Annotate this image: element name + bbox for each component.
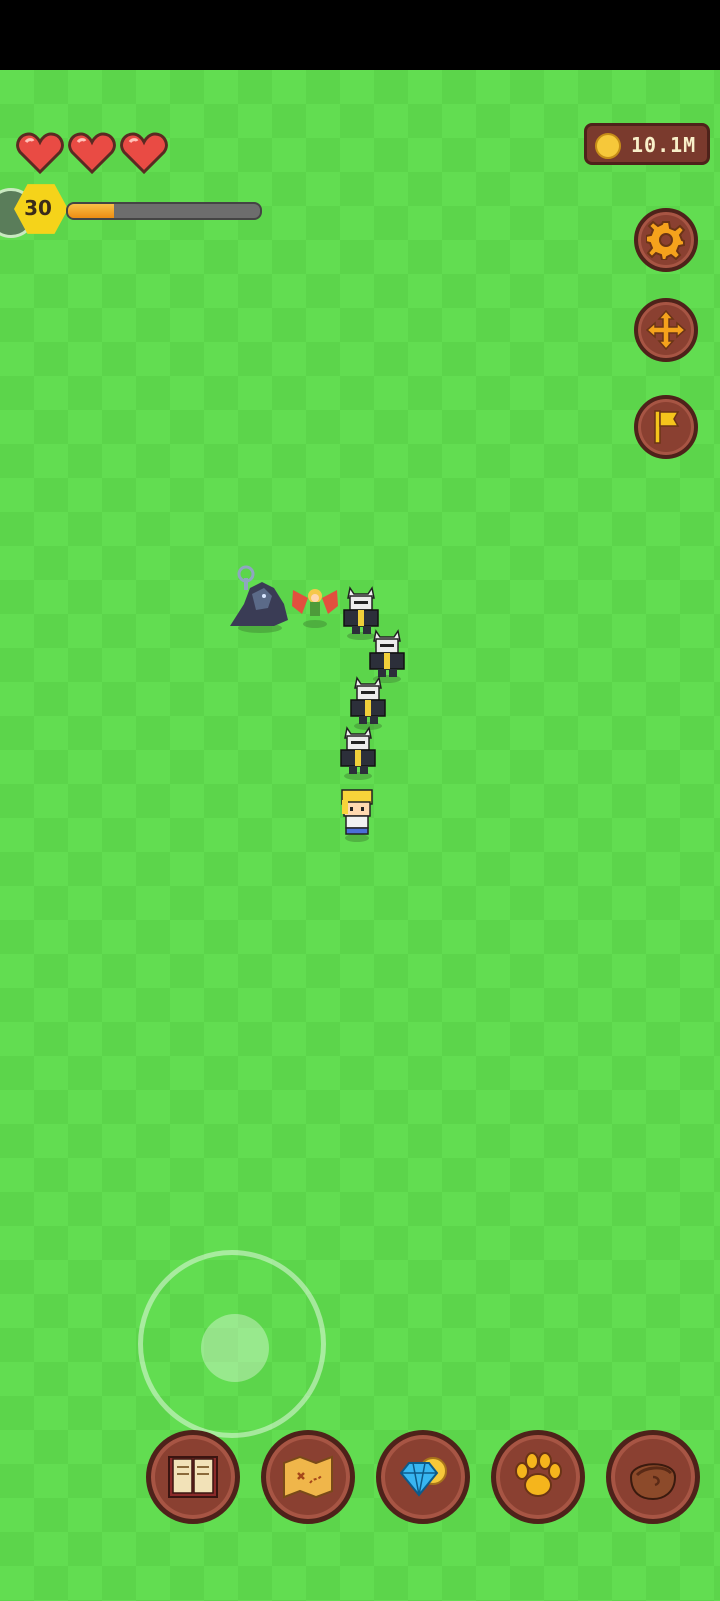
paw-icon <box>515 1452 562 1497</box>
knight[interactable] <box>343 674 393 730</box>
shadow-beast[interactable] <box>224 564 296 636</box>
map-button[interactable] <box>261 1430 355 1524</box>
move-arrows-icon <box>646 310 686 350</box>
level-number: 30 <box>24 196 52 220</box>
inventory-button[interactable] <box>606 1430 700 1524</box>
fairy[interactable] <box>290 580 340 630</box>
book-icon <box>168 1456 218 1498</box>
xp-bar <box>66 202 262 220</box>
level-bar: 30 <box>0 180 270 240</box>
heart-icon <box>120 132 168 174</box>
shop-button[interactable] <box>376 1430 470 1524</box>
leather-bag-icon <box>629 1463 677 1501</box>
move-button[interactable] <box>634 298 698 362</box>
xp-bar-fill <box>68 204 115 218</box>
book-button[interactable] <box>146 1430 240 1524</box>
knight[interactable] <box>333 724 383 780</box>
status-bar <box>0 0 720 70</box>
joystick-knob[interactable] <box>201 1314 269 1382</box>
flag-button[interactable] <box>634 395 698 459</box>
flag-icon <box>654 410 680 444</box>
heart-icon <box>68 132 116 174</box>
coin-icon <box>595 133 621 159</box>
gem-coin-icon <box>399 1457 447 1497</box>
pets-button[interactable] <box>491 1430 585 1524</box>
gear-icon <box>646 220 686 260</box>
map-scroll-icon <box>283 1455 333 1499</box>
coin-value: 10.1M <box>631 133 697 157</box>
hero[interactable] <box>334 786 380 842</box>
heart-icon <box>16 132 64 174</box>
coin-counter: 10.1M <box>584 123 710 165</box>
settings-button[interactable] <box>634 208 698 272</box>
